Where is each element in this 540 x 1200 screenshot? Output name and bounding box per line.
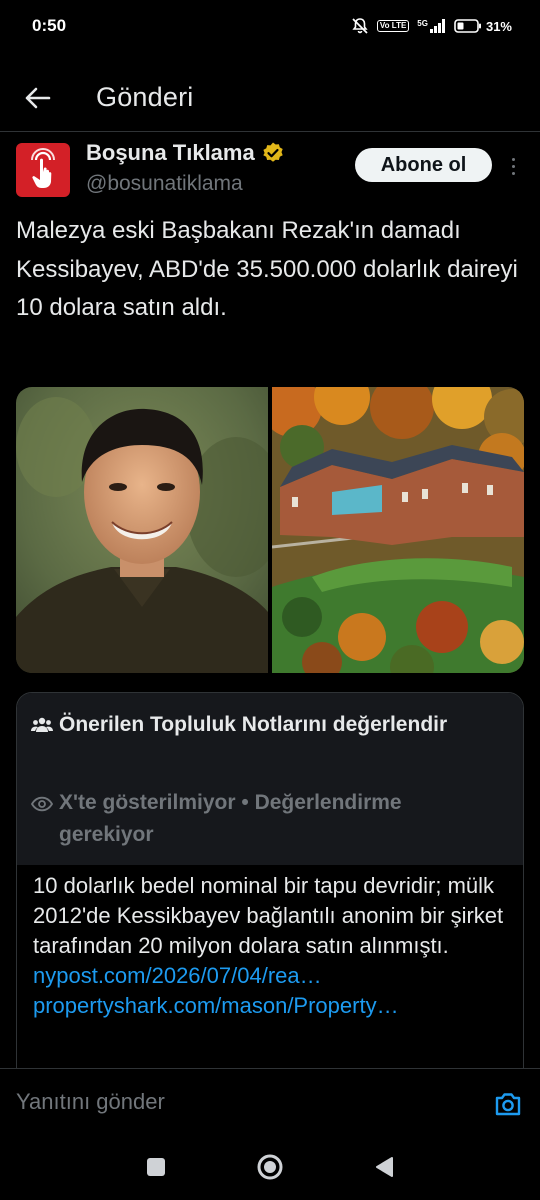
camera-button[interactable] (494, 1091, 522, 1117)
arrow-left-icon (25, 87, 51, 109)
more-options-button[interactable] (505, 152, 521, 180)
back-nav-button[interactable] (369, 1152, 399, 1182)
signal-icon: 5G (417, 19, 446, 33)
avatar[interactable] (16, 143, 70, 197)
battery-indicator: 31% (454, 19, 512, 34)
more-dot (511, 157, 515, 161)
eye-hidden-icon (31, 796, 53, 812)
tap-hand-logo-icon (31, 148, 55, 188)
status-time: 0:50 (32, 16, 67, 35)
battery-percent: 31% (485, 18, 512, 34)
post-text: Malezya eski Başbakanı Rezak'ın damadı K… (16, 217, 518, 321)
note-body: 10 dolarlık bedel nominal bir tapu devri… (33, 871, 513, 1021)
page-title: Gönderi (96, 82, 194, 112)
note-body-text: 10 dolarlık bedel nominal bir tapu devri… (33, 873, 504, 958)
portrait-photo[interactable] (16, 387, 268, 673)
community-note-header[interactable]: Önerilen Topluluk Notlarını değerlendir … (17, 693, 523, 865)
subscribe-button[interactable]: Abone ol (355, 148, 492, 182)
home-button[interactable] (255, 1152, 285, 1182)
more-dot (511, 171, 515, 175)
note-title: Önerilen Topluluk Notlarını değerlendir (59, 713, 448, 736)
status-bar: 0:50 Vo LTE 5G 31% (0, 0, 540, 52)
author-name[interactable]: Boşuna Tıklama (86, 140, 285, 166)
note-link[interactable]: nypost.com/2026/07/04/rea… (33, 961, 513, 991)
app-header: Gönderi (0, 62, 540, 132)
triangle-back-icon (376, 1157, 393, 1177)
header-divider (0, 131, 540, 132)
mute-icon (351, 17, 369, 35)
verified-badge-icon (263, 142, 283, 162)
back-button[interactable] (22, 82, 54, 114)
note-status-row: X'te gösterilmiyor • Değerlendirme gerek… (31, 787, 499, 851)
recents-button[interactable] (141, 1152, 171, 1182)
square-icon (147, 1158, 165, 1176)
note-status: X'te gösterilmiyor • Değerlendirme gerek… (59, 791, 402, 846)
note-link[interactable]: propertyshark.com/mason/Property… (33, 991, 513, 1021)
camera-icon (495, 1093, 521, 1116)
status-icons: Vo LTE 5G 31% (351, 17, 512, 35)
post-media[interactable] (16, 387, 524, 673)
reply-input[interactable]: Yanıtını gönder (16, 1089, 165, 1115)
mansion-photo[interactable] (272, 387, 524, 673)
reply-bar: Yanıtını gönder (0, 1068, 540, 1134)
community-people-icon (31, 717, 53, 732)
circle-icon (257, 1154, 283, 1180)
volte-badge: Vo LTE (376, 20, 410, 32)
author-handle[interactable]: @bosunatiklama (86, 172, 243, 196)
system-nav-bar (0, 1134, 540, 1200)
author-name-text: Boşuna Tıklama (86, 140, 255, 165)
note-title-row: Önerilen Topluluk Notlarını değerlendir (31, 709, 489, 741)
more-dot (511, 164, 515, 168)
community-note-card[interactable]: Önerilen Topluluk Notlarını değerlendir … (16, 692, 524, 1092)
network-type: 5G (417, 19, 428, 28)
battery-icon (454, 19, 481, 33)
